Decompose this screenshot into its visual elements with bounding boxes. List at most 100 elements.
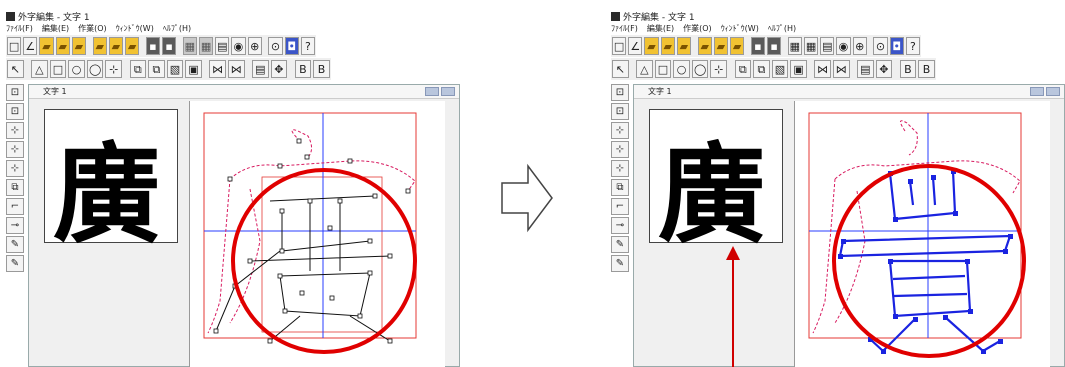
open-folder-icon[interactable]: ▰ <box>55 37 70 55</box>
grid-icon[interactable]: ⊕ <box>247 37 262 55</box>
open-folder-icon[interactable]: ▰ <box>660 37 675 55</box>
maximize-button[interactable] <box>441 87 455 96</box>
flip-icon[interactable]: ⋈ <box>814 60 831 78</box>
thin-icon[interactable]: B <box>313 60 330 78</box>
reference-icon[interactable]: ▦ <box>803 37 819 55</box>
transform-icon[interactable]: ✥ <box>270 60 288 78</box>
eraser-icon[interactable]: ✎ <box>6 255 24 272</box>
draw-icon[interactable]: ∠ <box>628 37 643 55</box>
register-icon[interactable]: ▤ <box>820 37 835 55</box>
thin-icon[interactable]: B <box>918 60 935 78</box>
folder-icon[interactable]: ▰ <box>108 37 123 55</box>
copy-icon[interactable]: ⧉ <box>129 60 147 78</box>
align-icon[interactable]: ▤ <box>252 60 269 78</box>
open-folder-icon[interactable]: ▰ <box>676 37 692 55</box>
help-icon[interactable]: ? <box>300 37 315 55</box>
mirror-icon[interactable]: ⋈ <box>227 60 245 78</box>
menu-help[interactable]: ﾍﾙﾌﾟ(H) <box>768 24 796 33</box>
menu-file[interactable]: ﾌｧｲﾙ(F) <box>6 24 33 33</box>
minimize-button[interactable] <box>1030 87 1044 96</box>
rectangle-icon[interactable]: □ <box>49 60 67 78</box>
ellipse-icon[interactable]: ◯ <box>86 60 104 78</box>
minimize-button[interactable] <box>425 87 439 96</box>
menu-window[interactable]: ｳｨﾝﾄﾞｳ(W) <box>116 24 154 33</box>
save-all-icon[interactable]: ▪ <box>766 37 782 55</box>
search-icon[interactable]: ◘ <box>284 37 299 55</box>
menu-window[interactable]: ｳｨﾝﾄﾞｳ(W) <box>721 24 759 33</box>
node-icon[interactable]: ⊹ <box>611 160 629 177</box>
open-folder-icon[interactable]: ▰ <box>644 37 659 55</box>
frame-icon[interactable]: ▣ <box>790 60 807 78</box>
fit-icon[interactable]: ⊡ <box>6 103 24 120</box>
outline-editor-canvas[interactable] <box>794 101 1050 367</box>
point-icon[interactable]: ⊹ <box>710 60 728 78</box>
transform-icon[interactable]: ✥ <box>875 60 893 78</box>
rectangle-icon[interactable]: □ <box>654 60 672 78</box>
grid-icon[interactable]: ⊕ <box>852 37 867 55</box>
select-arrow-icon[interactable]: ↖ <box>612 60 629 78</box>
node-icon[interactable]: ⊹ <box>6 141 24 158</box>
circle-icon[interactable]: ○ <box>68 60 85 78</box>
node-icon[interactable]: ⊹ <box>6 122 24 139</box>
layers-icon[interactable]: ⧉ <box>6 179 24 196</box>
layers-icon[interactable]: ⧉ <box>611 179 629 196</box>
bold-icon[interactable]: B <box>899 60 917 78</box>
mirror-icon[interactable]: ⋈ <box>832 60 850 78</box>
connect-icon[interactable]: ⊸ <box>6 217 24 234</box>
open-folder-icon[interactable]: ▰ <box>71 37 87 55</box>
polyline-icon[interactable]: △ <box>31 60 48 78</box>
pen-icon[interactable]: ✎ <box>611 236 629 253</box>
open-folder-icon[interactable]: ▰ <box>39 37 54 55</box>
node-icon[interactable]: ⊹ <box>611 122 629 139</box>
fit-icon[interactable]: ⊡ <box>6 84 24 101</box>
pen-icon[interactable]: ✎ <box>6 236 24 253</box>
folder-icon[interactable]: ▰ <box>125 37 140 55</box>
paste-icon[interactable]: ⧉ <box>753 60 770 78</box>
rotate-icon[interactable]: ▧ <box>166 60 184 78</box>
fit-icon[interactable]: ⊡ <box>611 84 629 101</box>
save-icon[interactable]: ▪ <box>750 37 765 55</box>
new-document-icon[interactable]: □ <box>612 37 627 55</box>
draw-icon[interactable]: ∠ <box>23 37 38 55</box>
bold-icon[interactable]: B <box>294 60 312 78</box>
menu-edit[interactable]: 編集(E) <box>647 24 674 33</box>
ellipse-icon[interactable]: ◯ <box>691 60 709 78</box>
point-icon[interactable]: ⊹ <box>105 60 123 78</box>
node-icon[interactable]: ⊹ <box>6 160 24 177</box>
new-document-icon[interactable]: □ <box>7 37 22 55</box>
frame-icon[interactable]: ▣ <box>185 60 202 78</box>
folder-icon[interactable]: ▰ <box>697 37 712 55</box>
reference-icon[interactable]: ▦ <box>182 37 197 55</box>
connect-icon[interactable]: ⊸ <box>611 217 629 234</box>
zoom-icon[interactable]: ⊙ <box>873 37 888 55</box>
circle-icon[interactable]: ○ <box>673 60 690 78</box>
maximize-button[interactable] <box>1046 87 1060 96</box>
menu-help[interactable]: ﾍﾙﾌﾟ(H) <box>163 24 191 33</box>
help-icon[interactable]: ? <box>905 37 920 55</box>
crop-icon[interactable]: ⌐ <box>611 198 629 215</box>
crop-icon[interactable]: ⌐ <box>6 198 24 215</box>
polyline-icon[interactable]: △ <box>636 60 653 78</box>
character-icon[interactable]: ◉ <box>231 37 246 55</box>
node-icon[interactable]: ⊹ <box>611 141 629 158</box>
folder-icon[interactable]: ▰ <box>730 37 745 55</box>
flip-icon[interactable]: ⋈ <box>209 60 226 78</box>
align-icon[interactable]: ▤ <box>857 60 874 78</box>
menu-work[interactable]: 作業(O) <box>683 24 712 33</box>
select-arrow-icon[interactable]: ↖ <box>7 60 24 78</box>
character-icon[interactable]: ◉ <box>836 37 851 55</box>
save-icon[interactable]: ▪ <box>145 37 160 55</box>
paste-icon[interactable]: ⧉ <box>148 60 165 78</box>
rotate-icon[interactable]: ▧ <box>771 60 789 78</box>
menu-edit[interactable]: 編集(E) <box>42 24 69 33</box>
folder-icon[interactable]: ▰ <box>713 37 728 55</box>
fit-icon[interactable]: ⊡ <box>611 103 629 120</box>
eraser-icon[interactable]: ✎ <box>611 255 629 272</box>
reference-icon[interactable]: ▦ <box>787 37 802 55</box>
copy-icon[interactable]: ⧉ <box>734 60 752 78</box>
folder-icon[interactable]: ▰ <box>92 37 107 55</box>
register-icon[interactable]: ▤ <box>215 37 230 55</box>
search-icon[interactable]: ◘ <box>889 37 904 55</box>
menu-file[interactable]: ﾌｧｲﾙ(F) <box>611 24 638 33</box>
zoom-icon[interactable]: ⊙ <box>268 37 283 55</box>
